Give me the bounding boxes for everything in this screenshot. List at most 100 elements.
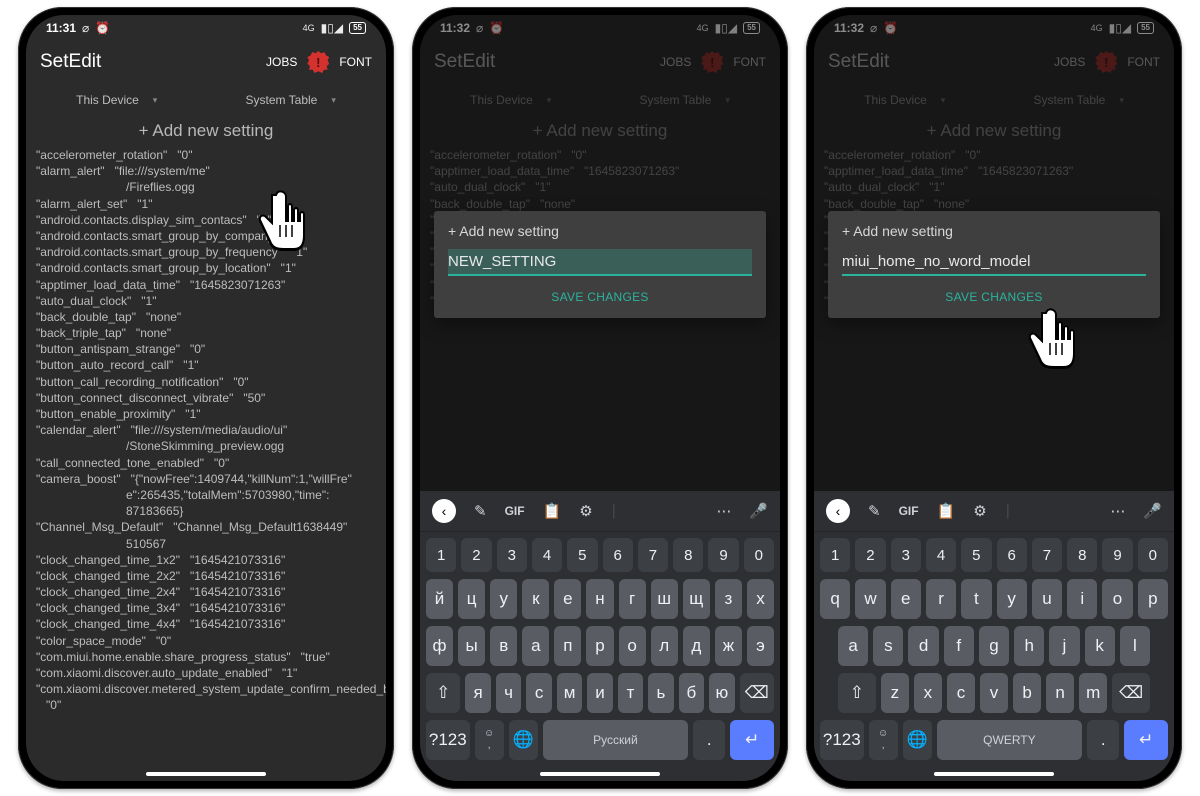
kb-more-icon[interactable]: ⋯ bbox=[716, 502, 731, 520]
key-е[interactable]: е bbox=[554, 579, 581, 619]
settings-list[interactable]: accelerometer_rotation0alarm_alertfile:/… bbox=[26, 147, 386, 714]
key-r[interactable]: r bbox=[926, 579, 956, 619]
kb-gif-icon[interactable]: GIF bbox=[505, 504, 525, 518]
settings-row[interactable]: back_triple_tapnone bbox=[36, 325, 376, 341]
settings-row[interactable]: clock_changed_time_1x21645421073316 bbox=[36, 552, 376, 568]
key-щ[interactable]: щ bbox=[683, 579, 710, 619]
settings-row[interactable]: clock_changed_time_2x21645421073316 bbox=[36, 568, 376, 584]
key-w[interactable]: w bbox=[855, 579, 885, 619]
key-u[interactable]: u bbox=[1032, 579, 1062, 619]
key-о[interactable]: о bbox=[619, 626, 646, 666]
settings-row[interactable]: com.xiaomi.discover.auto_update_enabled1 bbox=[36, 665, 376, 681]
key-language[interactable]: 🌐 bbox=[903, 720, 932, 760]
key-9[interactable]: 9 bbox=[708, 538, 738, 572]
kb-clipboard-icon[interactable]: 📋 bbox=[937, 502, 956, 520]
settings-row[interactable]: clock_changed_time_3x41645421073316 bbox=[36, 600, 376, 616]
key-5[interactable]: 5 bbox=[961, 538, 991, 572]
key-1[interactable]: 1 bbox=[820, 538, 850, 572]
key-ч[interactable]: ч bbox=[496, 673, 521, 713]
key-4[interactable]: 4 bbox=[926, 538, 956, 572]
key-4[interactable]: 4 bbox=[532, 538, 562, 572]
alert-badge-icon[interactable]: ! bbox=[307, 51, 329, 73]
settings-row[interactable]: calendar_alertfile:///system/media/audio… bbox=[36, 422, 376, 454]
key-d[interactable]: d bbox=[908, 626, 938, 666]
settings-row[interactable]: auto_dual_clock1 bbox=[36, 293, 376, 309]
key-д[interactable]: д bbox=[683, 626, 710, 666]
kb-more-icon[interactable]: ⋯ bbox=[1110, 502, 1125, 520]
save-changes-button[interactable]: SAVE CHANGES bbox=[842, 276, 1146, 310]
key-6[interactable]: 6 bbox=[997, 538, 1027, 572]
key-0[interactable]: 0 bbox=[1138, 538, 1168, 572]
settings-row[interactable]: call_connected_tone_enabled0 bbox=[36, 455, 376, 471]
settings-row[interactable]: button_connect_disconnect_vibrate50 bbox=[36, 390, 376, 406]
setting-name-input[interactable] bbox=[842, 249, 1146, 276]
kb-collapse-icon[interactable]: ‹ bbox=[826, 499, 850, 523]
key-f[interactable]: f bbox=[944, 626, 974, 666]
key-?123[interactable]: ?123 bbox=[820, 720, 864, 760]
key-п[interactable]: п bbox=[554, 626, 581, 666]
key-2[interactable]: 2 bbox=[855, 538, 885, 572]
key-ь[interactable]: ь bbox=[648, 673, 673, 713]
settings-row[interactable]: com.xiaomi.discover.metered_system_updat… bbox=[36, 681, 376, 713]
kb-clipboard-icon[interactable]: 📋 bbox=[543, 502, 562, 520]
key-ф[interactable]: ф bbox=[426, 626, 453, 666]
settings-row[interactable]: android.contacts.smart_group_by_location… bbox=[36, 260, 376, 276]
settings-row[interactable]: button_antispam_strange0 bbox=[36, 341, 376, 357]
key-.[interactable]: . bbox=[1087, 720, 1119, 760]
key-s[interactable]: s bbox=[873, 626, 903, 666]
key-э[interactable]: э bbox=[747, 626, 774, 666]
table-dropdown[interactable]: System Table bbox=[246, 93, 336, 107]
key-7[interactable]: 7 bbox=[638, 538, 668, 572]
key-3[interactable]: 3 bbox=[497, 538, 527, 572]
key-н[interactable]: н bbox=[586, 579, 613, 619]
key-у[interactable]: у bbox=[490, 579, 517, 619]
key-б[interactable]: б bbox=[679, 673, 704, 713]
kb-mic-icon[interactable]: 🎤 bbox=[1143, 502, 1162, 520]
key-g[interactable]: g bbox=[979, 626, 1009, 666]
font-button[interactable]: FONT bbox=[339, 55, 372, 69]
key-л[interactable]: л bbox=[651, 626, 678, 666]
key-7[interactable]: 7 bbox=[1032, 538, 1062, 572]
key-p[interactable]: p bbox=[1138, 579, 1168, 619]
key-language[interactable]: 🌐 bbox=[509, 720, 538, 760]
key-й[interactable]: й bbox=[426, 579, 453, 619]
settings-row[interactable]: com.miui.home.enable.share_progress_stat… bbox=[36, 649, 376, 665]
key-⌫[interactable]: ⌫ bbox=[740, 673, 774, 713]
key-m[interactable]: m bbox=[1079, 673, 1107, 713]
key-м[interactable]: м bbox=[557, 673, 582, 713]
key-6[interactable]: 6 bbox=[603, 538, 633, 572]
settings-row[interactable]: android.contacts.smart_group_by_company1 bbox=[36, 228, 376, 244]
add-new-setting[interactable]: + Add new setting bbox=[26, 117, 386, 147]
key-x[interactable]: x bbox=[914, 673, 942, 713]
key-8[interactable]: 8 bbox=[673, 538, 703, 572]
settings-row[interactable]: alarm_alertfile:///system/me/Fireflies.o… bbox=[36, 163, 376, 195]
key-enter[interactable]: ↵ bbox=[730, 720, 774, 760]
key-ц[interactable]: ц bbox=[458, 579, 485, 619]
key-b[interactable]: b bbox=[1013, 673, 1041, 713]
key-t[interactable]: t bbox=[961, 579, 991, 619]
settings-row[interactable]: color_space_mode0 bbox=[36, 633, 376, 649]
key-q[interactable]: q bbox=[820, 579, 850, 619]
key-т[interactable]: т bbox=[618, 673, 643, 713]
settings-row[interactable]: button_enable_proximity1 bbox=[36, 406, 376, 422]
key-ю[interactable]: ю bbox=[709, 673, 734, 713]
key-2[interactable]: 2 bbox=[461, 538, 491, 572]
home-indicator[interactable] bbox=[146, 772, 266, 776]
key-г[interactable]: г bbox=[619, 579, 646, 619]
key-х[interactable]: х bbox=[747, 579, 774, 619]
key-a[interactable]: a bbox=[838, 626, 868, 666]
key-а[interactable]: а bbox=[522, 626, 549, 666]
key-9[interactable]: 9 bbox=[1102, 538, 1132, 572]
key-k[interactable]: k bbox=[1085, 626, 1115, 666]
kb-settings-icon[interactable]: ⚙ bbox=[973, 502, 986, 520]
settings-row[interactable]: apptimer_load_data_time1645823071263 bbox=[36, 277, 376, 293]
key-j[interactable]: j bbox=[1049, 626, 1079, 666]
key-qwerty[interactable]: QWERTY bbox=[937, 720, 1082, 760]
home-indicator[interactable] bbox=[540, 772, 660, 776]
settings-row[interactable]: clock_changed_time_2x41645421073316 bbox=[36, 584, 376, 600]
key-⇧[interactable]: ⇧ bbox=[838, 673, 876, 713]
key-5[interactable]: 5 bbox=[567, 538, 597, 572]
key-3[interactable]: 3 bbox=[891, 538, 921, 572]
key-n[interactable]: n bbox=[1046, 673, 1074, 713]
key-в[interactable]: в bbox=[490, 626, 517, 666]
